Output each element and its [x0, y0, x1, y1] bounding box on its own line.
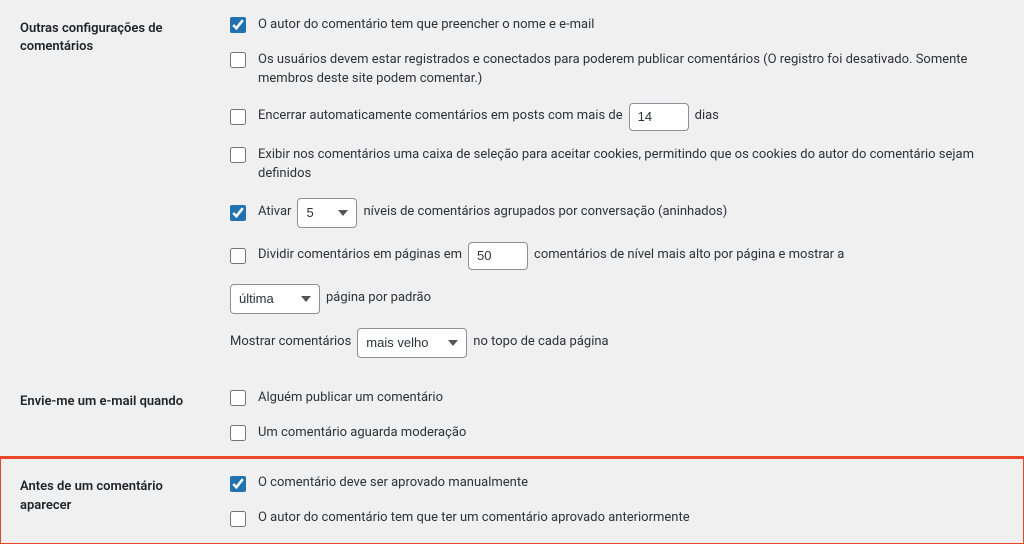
row-show-order: Mostrar comentários mais velho no topo d…: [230, 328, 1014, 358]
section-title-before-appear: Antes de um comentário aparecer: [0, 458, 220, 544]
section-other-comment-settings: Outras configurações de comentários O au…: [0, 0, 1024, 373]
select-page-default[interactable]: última: [230, 284, 320, 314]
checkbox-thread[interactable]: [230, 205, 246, 221]
label-thread-after: níveis de comentários agrupados por conv…: [363, 202, 727, 223]
section-title-email-me: Envie-me um e-mail quando: [0, 373, 220, 459]
section-before-appear: Antes de um comentário aparecer O coment…: [0, 458, 1024, 544]
row-author-must-fill: O autor do comentário tem que preencher …: [230, 15, 1014, 36]
label-author-must-fill: O autor do comentário tem que preencher …: [258, 15, 594, 36]
row-manual-approve: O comentário deve ser aprovado manualmen…: [230, 473, 1014, 494]
input-auto-close-days[interactable]: [629, 103, 689, 131]
label-users-must-register: Os usuários devem estar registrados e co…: [258, 50, 1014, 89]
label-show-order-before: Mostrar comentários: [230, 332, 351, 353]
checkbox-auto-close[interactable]: [230, 109, 246, 125]
checkbox-users-must-register[interactable]: [230, 52, 246, 68]
row-prev-approved: O autor do comentário tem que ter um com…: [230, 508, 1014, 529]
row-page-default: última página por padrão: [230, 284, 1014, 314]
checkbox-prev-approved[interactable]: [230, 511, 246, 527]
label-paginate-before: Dividir comentários em páginas em: [258, 245, 462, 266]
label-thread-before: Ativar: [258, 202, 291, 223]
label-cookies-optin: Exibir nos comentários uma caixa de sele…: [258, 145, 1014, 184]
label-page-default-after: página por padrão: [326, 288, 431, 309]
row-email-on-moderation: Um comentário aguarda moderação: [230, 423, 1014, 444]
checkbox-manual-approve[interactable]: [230, 476, 246, 492]
discussion-settings-table: Outras configurações de comentários O au…: [0, 0, 1024, 544]
label-auto-close-after: dias: [695, 106, 719, 127]
row-thread-comments: Ativar 5 níveis de comentários agrupados…: [230, 198, 1014, 228]
label-email-on-moderation: Um comentário aguarda moderação: [258, 423, 466, 444]
row-users-must-register: Os usuários devem estar registrados e co…: [230, 50, 1014, 89]
section-email-me: Envie-me um e-mail quando Alguém publica…: [0, 373, 1024, 459]
row-cookies-optin: Exibir nos comentários uma caixa de sele…: [230, 145, 1014, 184]
select-comment-order[interactable]: mais velho: [357, 328, 467, 358]
label-email-on-publish: Alguém publicar um comentário: [258, 388, 443, 409]
row-auto-close: Encerrar automaticamente comentários em …: [230, 103, 1014, 131]
label-prev-approved: O autor do comentário tem que ter um com…: [258, 508, 690, 529]
checkbox-cookies-optin[interactable]: [230, 147, 246, 163]
input-per-page[interactable]: [468, 242, 528, 270]
section-title-other: Outras configurações de comentários: [0, 0, 220, 373]
checkbox-author-must-fill[interactable]: [230, 17, 246, 33]
label-paginate-after: comentários de nível mais alto por págin…: [534, 245, 844, 266]
row-email-on-publish: Alguém publicar um comentário: [230, 388, 1014, 409]
label-auto-close-before: Encerrar automaticamente comentários em …: [258, 106, 623, 127]
checkbox-paginate[interactable]: [230, 248, 246, 264]
checkbox-email-on-moderation[interactable]: [230, 425, 246, 441]
label-manual-approve: O comentário deve ser aprovado manualmen…: [258, 473, 528, 494]
checkbox-email-on-publish[interactable]: [230, 390, 246, 406]
row-paginate: Dividir comentários em páginas em coment…: [230, 242, 1014, 270]
select-thread-depth[interactable]: 5: [297, 198, 357, 228]
label-show-order-after: no topo de cada página: [473, 332, 608, 353]
